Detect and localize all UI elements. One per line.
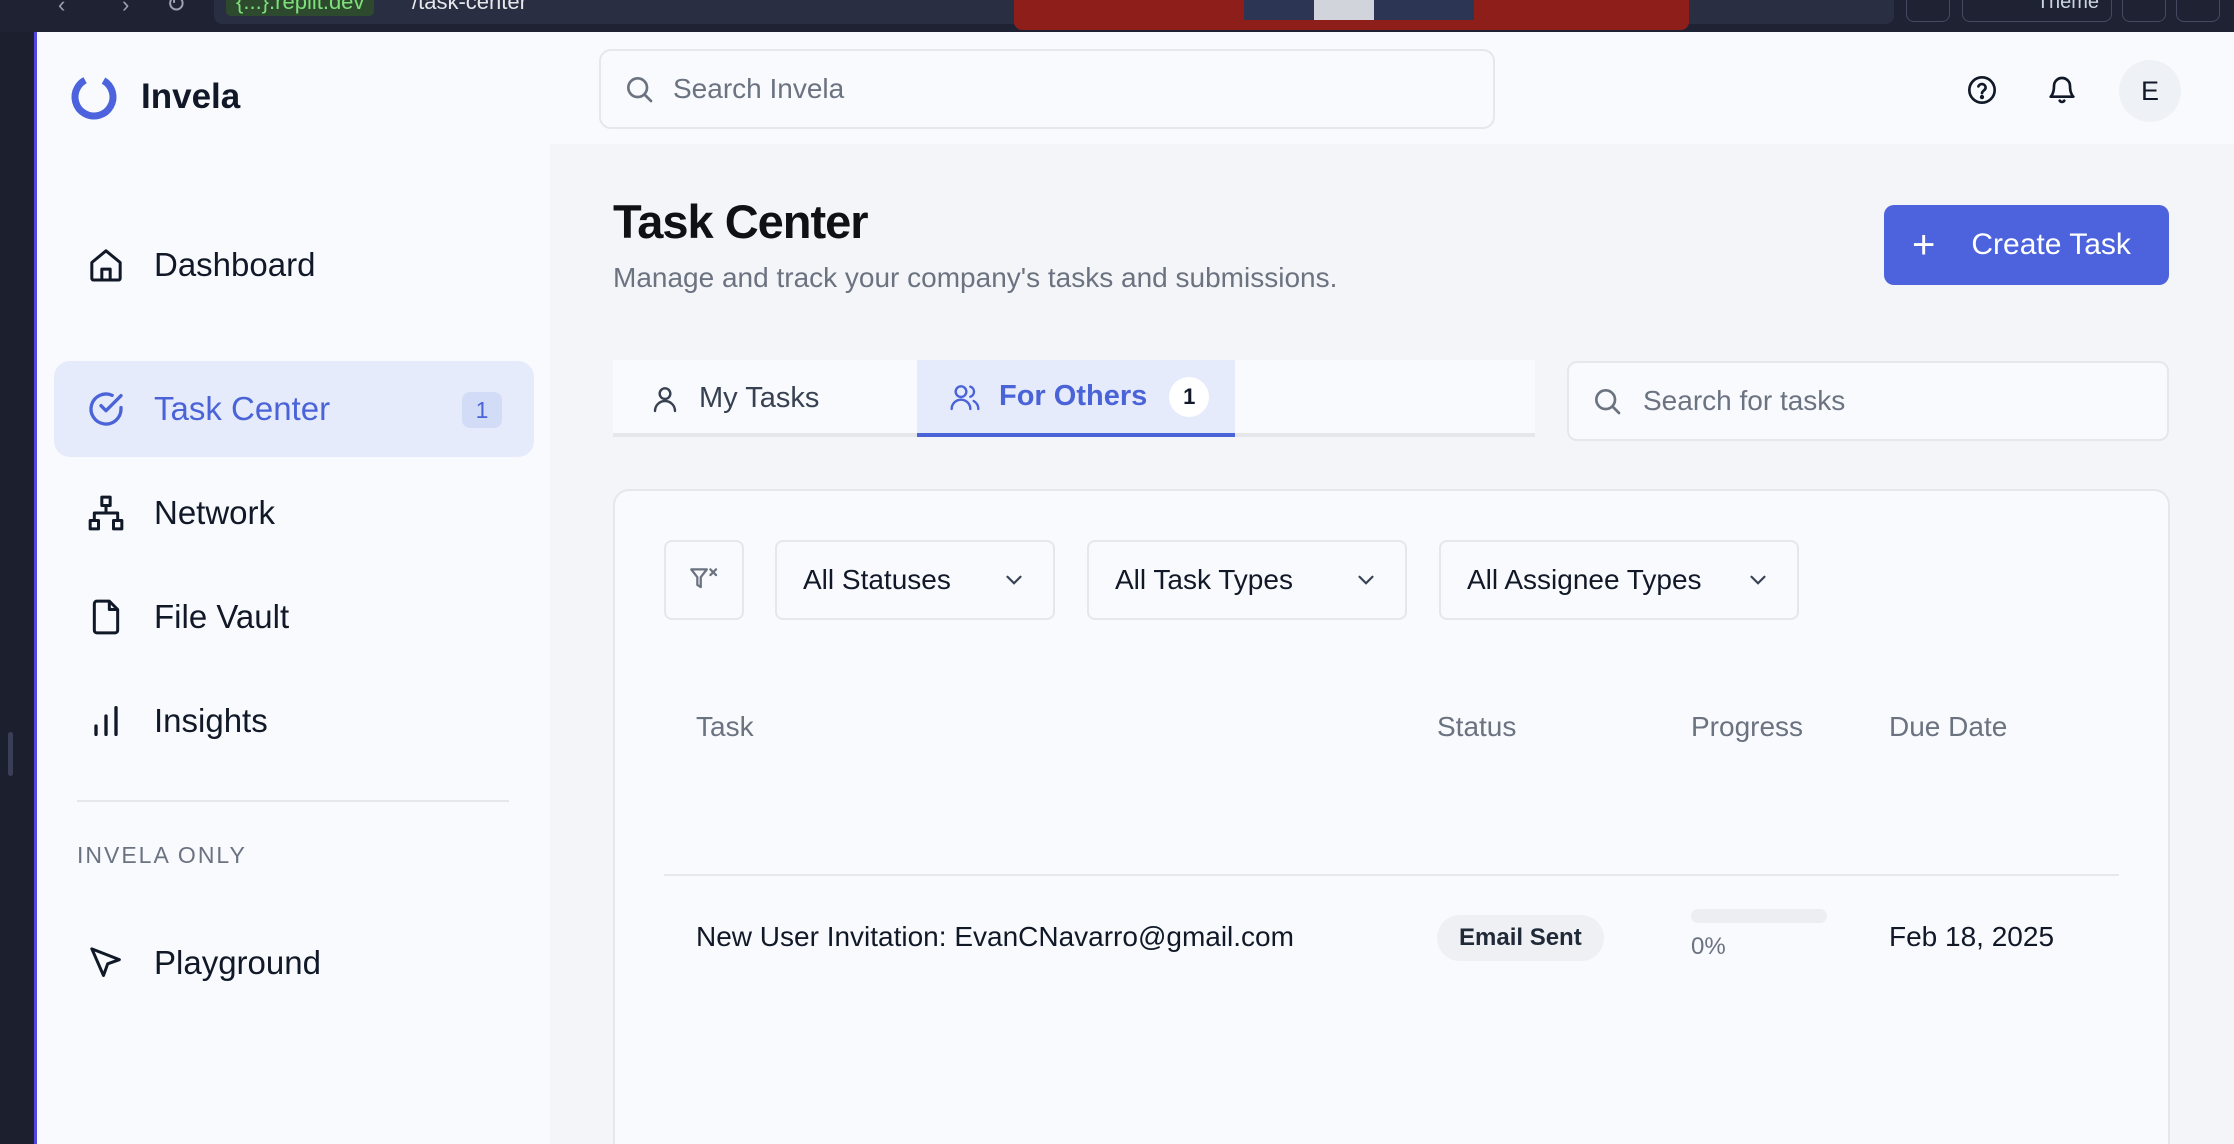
dropdown-label: All Task Types bbox=[1115, 564, 1293, 595]
sidebar-item-label: Network bbox=[154, 494, 276, 531]
sidebar-item-network[interactable]: Network bbox=[54, 465, 534, 561]
chevron-down-icon bbox=[1750, 575, 1766, 585]
monitor-icon[interactable] bbox=[1906, 0, 1950, 22]
tab-label: For Others bbox=[999, 380, 1148, 412]
home-icon bbox=[90, 249, 122, 282]
user-icon bbox=[653, 386, 677, 412]
check-circle-icon bbox=[89, 392, 123, 426]
sidebar-item-label: Task Center bbox=[154, 390, 331, 427]
count-badge: 1 bbox=[462, 392, 502, 428]
users-icon bbox=[950, 384, 980, 410]
tab-count-badge: 1 bbox=[1169, 376, 1210, 417]
sidebar-item-label: Insights bbox=[154, 702, 268, 739]
chevron-down-icon bbox=[1358, 575, 1374, 585]
resize-handle[interactable] bbox=[8, 732, 13, 776]
page-subtitle: Manage and track your company's tasks an… bbox=[613, 262, 1338, 293]
reload-icon[interactable]: ↻ bbox=[166, 0, 186, 17]
top-bar: Invela E bbox=[37, 32, 2234, 144]
progress-value: 0% bbox=[1691, 933, 1726, 960]
sidebar: Dashboard Task Center 1 Network File Vau… bbox=[37, 144, 550, 1144]
app-name: Invela bbox=[141, 77, 241, 116]
dropdown-label: All Statuses bbox=[803, 564, 951, 595]
bar-chart-icon bbox=[94, 706, 118, 736]
clear-filters-button[interactable] bbox=[664, 540, 744, 620]
due-date: Feb 18, 2025 bbox=[1889, 921, 2055, 952]
sidebar-item-task-center[interactable]: Task Center 1 bbox=[54, 361, 534, 457]
column-header-progress[interactable]: Progress bbox=[1691, 711, 1803, 743]
back-icon[interactable]: ‹ bbox=[58, 0, 65, 16]
tab-label: My Tasks bbox=[699, 382, 820, 414]
app-logo[interactable]: Invela bbox=[69, 72, 240, 122]
app-window: Invela E Dashboard Task Center 1 Network bbox=[37, 32, 2234, 1144]
avatar[interactable]: E bbox=[2119, 60, 2181, 122]
table-header-divider bbox=[664, 874, 2119, 876]
task-name[interactable]: New User Invitation: EvanCNavarro@gmail.… bbox=[696, 921, 1294, 953]
avatar-initial: E bbox=[2140, 75, 2159, 106]
window-edge bbox=[0, 32, 37, 1144]
video-overlay bbox=[1014, 0, 1689, 30]
task-search-input[interactable] bbox=[1643, 385, 2143, 417]
task-table-card: All Statuses All Task Types All Assignee… bbox=[613, 489, 2170, 1144]
page-title: Task Center bbox=[613, 195, 869, 248]
theme-label: Theme bbox=[2036, 0, 2099, 13]
search-icon bbox=[1595, 389, 1621, 415]
sidebar-item-playground[interactable]: Playground bbox=[54, 915, 534, 1011]
tab-my-tasks[interactable]: My Tasks bbox=[613, 360, 917, 437]
chevron-down-icon bbox=[1006, 575, 1022, 585]
sidebar-item-label: File Vault bbox=[154, 598, 290, 635]
column-header-task[interactable]: Task bbox=[696, 711, 754, 743]
sidebar-divider bbox=[77, 800, 509, 802]
plus-icon: + bbox=[1912, 223, 1936, 267]
url-domain: {...}.replit.dev bbox=[226, 0, 375, 16]
create-task-button[interactable]: + Create Task bbox=[1884, 205, 2169, 285]
forward-icon[interactable]: › bbox=[122, 0, 129, 16]
share-icon[interactable] bbox=[2176, 0, 2220, 22]
url-path: /task-center bbox=[412, 0, 527, 14]
help-icon[interactable] bbox=[1954, 62, 2010, 118]
column-header-status[interactable]: Status bbox=[1437, 711, 1516, 743]
filter-x-icon bbox=[690, 568, 718, 589]
dropdown-label: All Assignee Types bbox=[1467, 564, 1702, 595]
global-search[interactable] bbox=[599, 49, 1495, 129]
global-search-input[interactable] bbox=[673, 73, 1433, 105]
sidebar-item-dashboard[interactable]: Dashboard bbox=[54, 217, 534, 313]
cursor-icon bbox=[90, 947, 121, 977]
sidebar-item-label: Playground bbox=[154, 944, 321, 981]
assignee-type-filter-dropdown[interactable]: All Assignee Types bbox=[1439, 540, 1799, 620]
progress-bar bbox=[1691, 909, 1827, 923]
main-content: Task Center Manage and track your compan… bbox=[550, 144, 2234, 1144]
tab-for-others[interactable]: For Others 1 bbox=[917, 360, 1235, 437]
sidebar-item-file-vault[interactable]: File Vault bbox=[54, 569, 534, 665]
task-tabs: My Tasks For Others 1 bbox=[613, 360, 1535, 437]
network-icon bbox=[88, 495, 124, 531]
task-type-filter-dropdown[interactable]: All Task Types bbox=[1087, 540, 1407, 620]
task-search[interactable] bbox=[1567, 361, 2169, 441]
status-badge: Email Sent bbox=[1437, 915, 1604, 961]
status-filter-dropdown[interactable]: All Statuses bbox=[775, 540, 1055, 620]
sidebar-item-insights[interactable]: Insights bbox=[54, 673, 534, 769]
theme-button[interactable]: Theme bbox=[1962, 0, 2112, 22]
column-header-due-date[interactable]: Due Date bbox=[1889, 711, 2007, 743]
pencil-icon[interactable] bbox=[2122, 0, 2166, 22]
create-task-label: Create Task bbox=[1971, 228, 2131, 261]
logo-icon bbox=[71, 74, 117, 120]
search-icon bbox=[627, 77, 653, 103]
file-icon bbox=[92, 599, 120, 635]
sidebar-item-label: Dashboard bbox=[154, 246, 316, 283]
bell-icon[interactable] bbox=[2034, 62, 2090, 118]
sidebar-section-label: INVELA ONLY bbox=[77, 842, 247, 868]
browser-toolbar: ‹ › ↻ {...}.replit.dev /task-center Them… bbox=[0, 0, 2234, 32]
